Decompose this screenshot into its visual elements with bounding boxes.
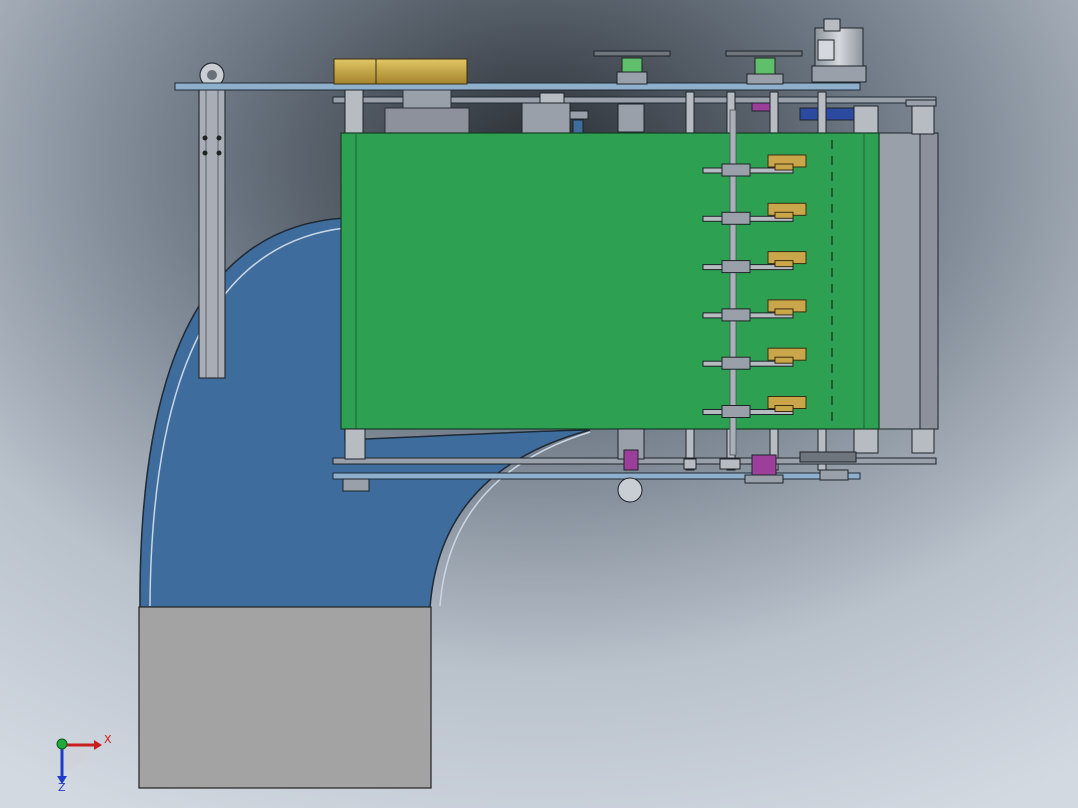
hopper-box [138, 606, 432, 789]
cad-viewport[interactable]: X Z [0, 0, 1078, 808]
brass-block [333, 58, 468, 85]
z-axis-label: Z [58, 781, 66, 794]
y-axis-icon [56, 738, 68, 750]
left-support-post [198, 62, 226, 379]
cad-model-view[interactable]: X Z [0, 0, 1078, 808]
x-axis-label: X [104, 733, 112, 746]
